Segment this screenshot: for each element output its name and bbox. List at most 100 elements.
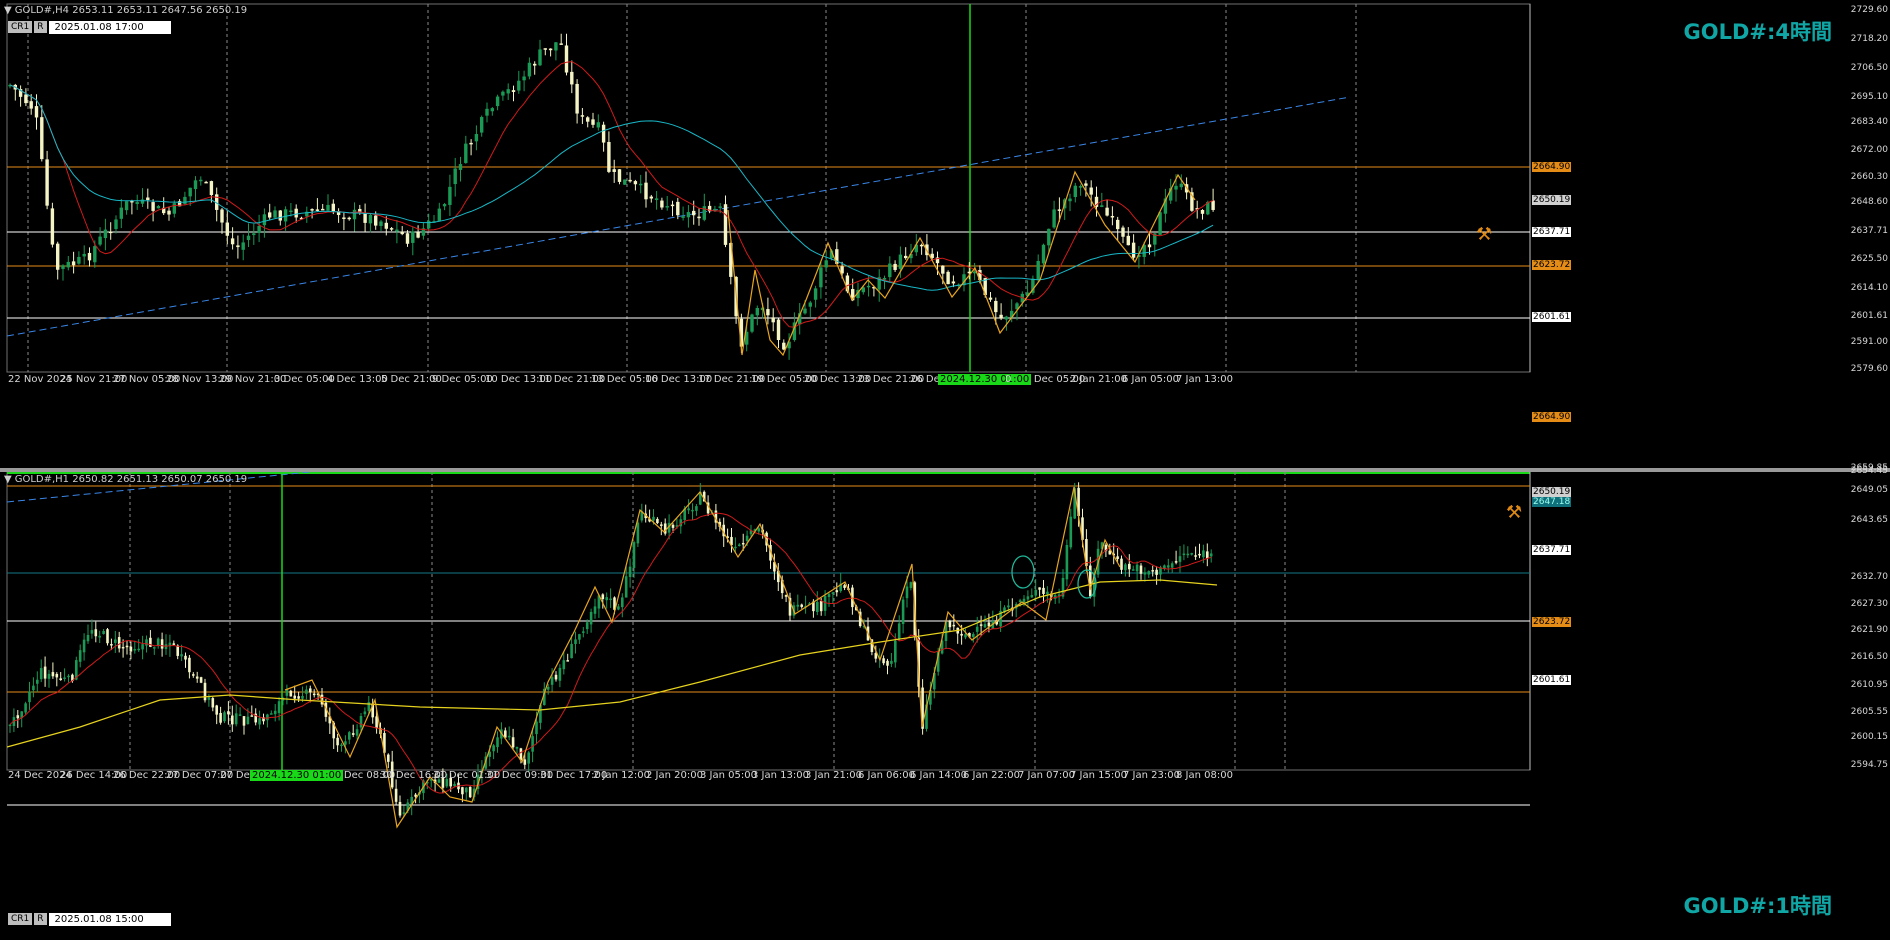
candle-body (1143, 572, 1147, 575)
level-price-tag: 2650.19 (1532, 487, 1572, 497)
price-axis-label: 2643.65 (1850, 515, 1888, 525)
h1-symbol-info: GOLD#,H1 2650.82 2651.13 2650.07 2650.19 (14, 474, 248, 485)
candle-body (1030, 595, 1034, 598)
candle-body (387, 754, 390, 762)
candle-body (1078, 186, 1083, 188)
candle-body (676, 201, 680, 216)
candle-body (523, 759, 527, 765)
candle-body (294, 208, 298, 218)
cr1-tag[interactable]: CR1 (8, 21, 33, 33)
cross-tools-icon[interactable]: ⚒ (1476, 224, 1492, 245)
candle-body (776, 319, 781, 341)
candle-body (975, 626, 979, 632)
candle-body (266, 714, 269, 721)
candle-body (507, 735, 511, 738)
candle-body (34, 106, 39, 118)
candle-body (823, 595, 827, 611)
candle-body (605, 597, 608, 601)
candle-body (63, 677, 66, 679)
candle-body (1120, 558, 1123, 570)
candle-body (141, 644, 144, 650)
candle-body (1158, 212, 1162, 235)
candle-body (8, 724, 12, 727)
candle-body (1036, 260, 1040, 280)
candle-body (145, 639, 148, 646)
candle-body (172, 203, 176, 214)
level-price-tag: 2623.72 (1532, 617, 1572, 627)
h4-chart-pane[interactable]: ▼ GOLD#,H4 2653.11 2653.11 2647.56 2650.1… (0, 0, 1890, 468)
candle-body (919, 244, 924, 247)
candle-body (203, 682, 207, 701)
price-axis-label: 2601.61 (1850, 311, 1888, 321)
price-axis-label: 2729.60 (1850, 5, 1888, 15)
candle-body (183, 196, 187, 204)
candle-body (617, 606, 620, 610)
candle-body (180, 654, 183, 657)
candle-body (548, 48, 553, 51)
candle-body (570, 643, 573, 659)
candle-body (273, 710, 277, 715)
candle-body (546, 686, 550, 690)
candle-body (1135, 564, 1139, 572)
level-price-tag: 2623.72 (1532, 260, 1572, 270)
candle-body (660, 200, 664, 208)
h4-chart-canvas[interactable] (0, 0, 1890, 468)
r-tag[interactable]: R (34, 913, 47, 925)
candle-body (894, 640, 897, 663)
candle-body (591, 119, 595, 125)
price-axis-label: 2627.30 (1850, 599, 1888, 609)
candle-body (564, 45, 569, 73)
candle-body (1038, 587, 1041, 590)
candle-body (501, 91, 505, 96)
candle-body (652, 516, 655, 521)
candle-body (1057, 209, 1062, 211)
h1-chart-canvas[interactable] (0, 472, 1890, 940)
candle-body (342, 217, 346, 219)
collapse-triangle-icon[interactable]: ▼ (4, 5, 12, 16)
candle-body (465, 787, 468, 793)
candle-body (882, 658, 885, 664)
time-axis-label: 2 Jan 12:00 (593, 770, 650, 781)
candle-body (681, 216, 685, 218)
time-axis-label: 2 Jan 20:00 (646, 770, 703, 781)
cr1-tag[interactable]: CR1 (8, 913, 33, 925)
candle-body (490, 108, 494, 112)
candle-body (32, 685, 35, 691)
candle-body (745, 535, 749, 542)
h1-time-value: 2025.01.08 15:00 (48, 912, 171, 926)
candle-body (77, 256, 81, 264)
candle-body (125, 645, 129, 648)
candle-body (570, 71, 574, 85)
candle-body (757, 528, 761, 532)
candle-body (28, 691, 31, 703)
h1-chart-header: ▼ GOLD#,H1 2650.82 2651.13 2650.07 2650.1… (4, 474, 247, 485)
candle-body (234, 713, 238, 725)
candle-body (771, 317, 775, 323)
price-axis-label: 2706.50 (1850, 63, 1888, 73)
candle-body (808, 302, 812, 307)
candle-body (1200, 209, 1205, 214)
candle-body (1124, 564, 1127, 571)
candle-body (972, 634, 975, 637)
candle-body (437, 208, 441, 222)
candle-body (559, 43, 563, 45)
candle-body (1167, 565, 1170, 568)
candle-body (575, 83, 579, 114)
candle-body (225, 222, 229, 236)
candle-body (453, 168, 457, 185)
cross-tools-icon[interactable]: ⚒ (1506, 502, 1522, 523)
time-axis-label: 6 Jan 06:00 (858, 770, 915, 781)
candle-body (156, 638, 160, 646)
candle-body (114, 639, 117, 643)
r-tag[interactable]: R (34, 21, 47, 33)
candle-body (427, 220, 431, 229)
candle-body (893, 263, 897, 270)
candle-body (803, 308, 807, 314)
collapse-triangle-icon[interactable]: ▼ (4, 474, 12, 485)
candle-body (750, 314, 754, 332)
candle-body (59, 678, 62, 681)
candle-body (723, 204, 728, 245)
h1-chart-pane[interactable]: ▼ GOLD#,H1 2650.82 2651.13 2650.07 2650.1… (0, 412, 1890, 940)
candle-body (56, 243, 60, 270)
candle-body (310, 209, 314, 211)
